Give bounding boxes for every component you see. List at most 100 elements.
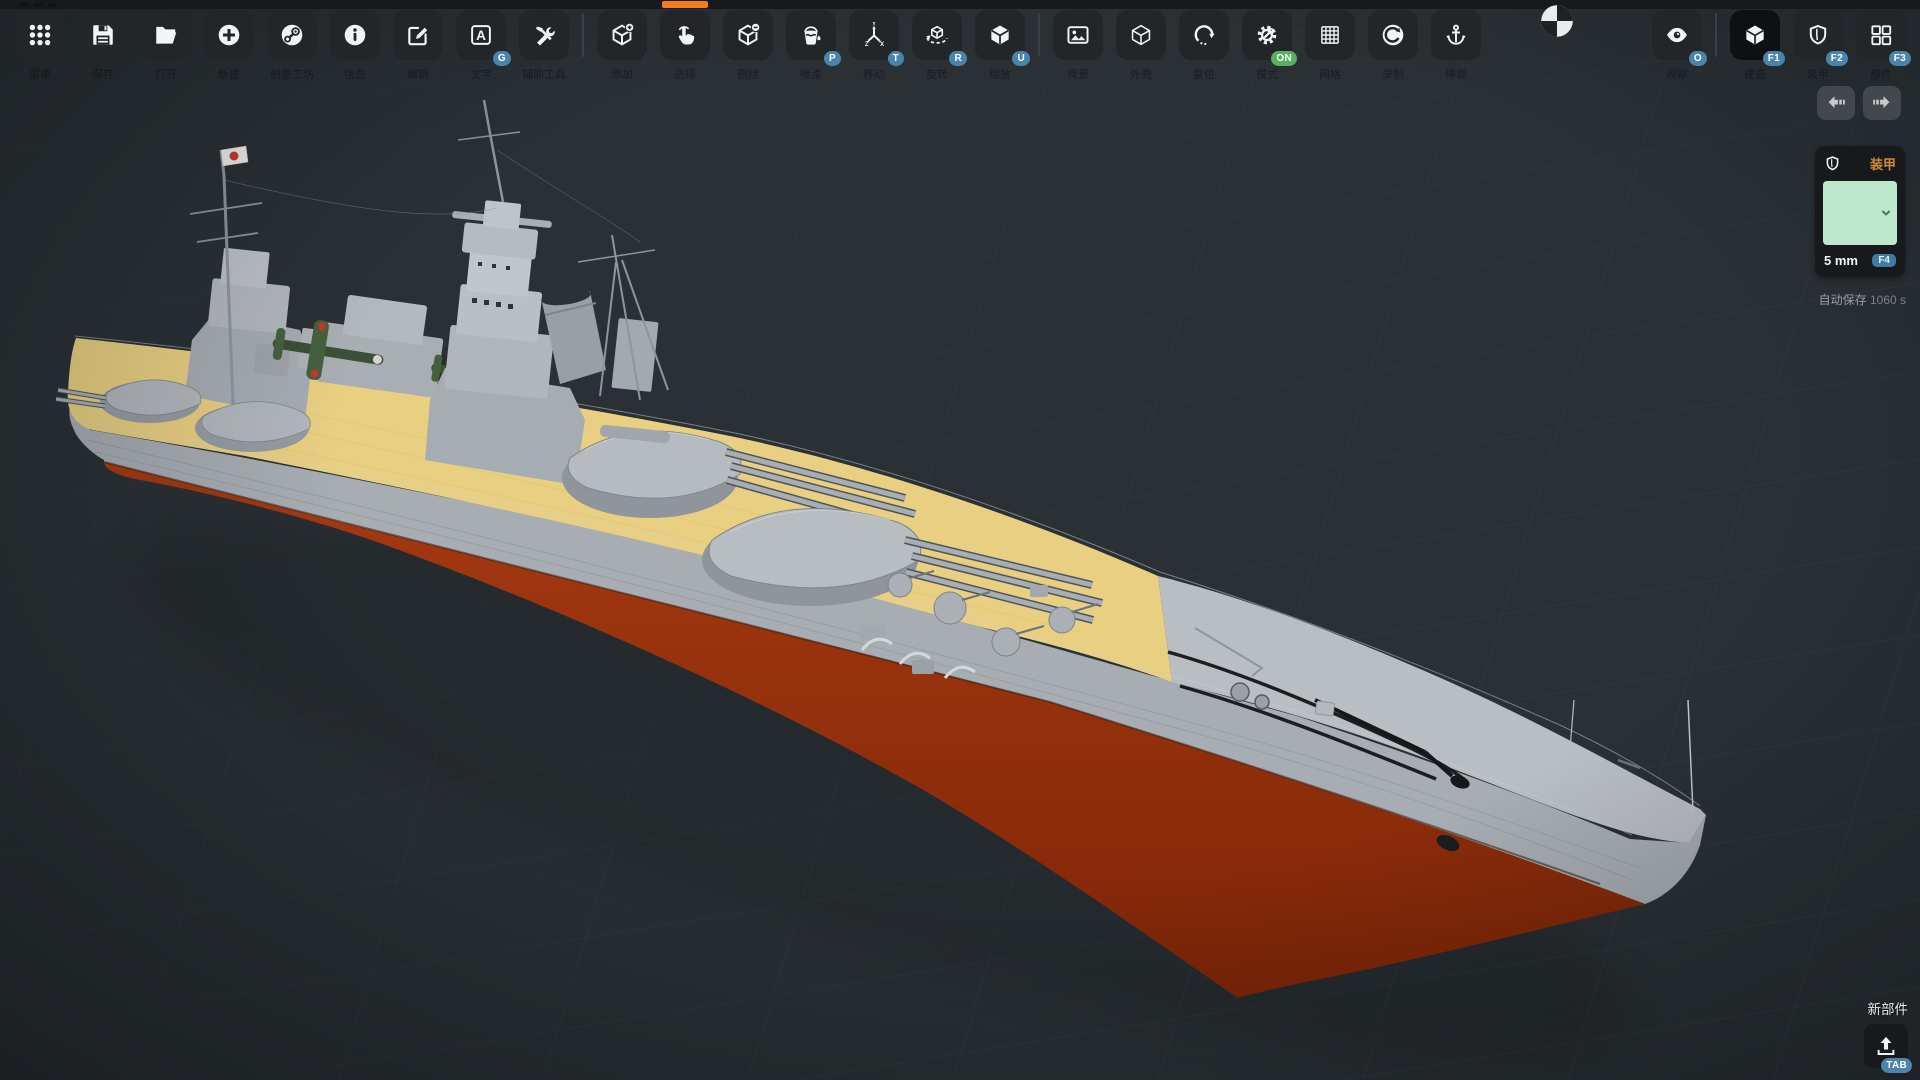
parts-mode-button[interactable]: F3部件 [1856, 10, 1906, 60]
key-badge: R [949, 51, 967, 66]
observe-mode-button[interactable]: O观察 [1652, 10, 1702, 60]
titlebar-mark [48, 3, 57, 7]
cube-solid-icon [1742, 22, 1768, 48]
eye-icon [1664, 22, 1690, 48]
tools-button[interactable]: 辅助工具 [519, 10, 569, 60]
cube-plus-icon [609, 22, 635, 48]
svg-text:Y: Y [872, 22, 876, 27]
arrow-right-icon [1870, 93, 1894, 113]
info-icon [342, 22, 368, 48]
toolbar-divider [1038, 13, 1040, 57]
add-block-button[interactable]: 添加 [597, 10, 647, 60]
armor-panel: 装甲 5 mm F4 [1815, 146, 1905, 277]
undo-button[interactable] [1817, 86, 1855, 120]
camera-icon [1380, 22, 1406, 48]
settings-button[interactable]: ON模式 [1242, 10, 1292, 60]
shell-button[interactable]: 外壳 [1116, 10, 1166, 60]
open-button[interactable]: 打开 [141, 10, 191, 60]
svg-text:Z: Z [865, 42, 869, 48]
key-badge: F3 [1889, 51, 1911, 66]
autosave-value: 1060 s [1870, 293, 1906, 307]
reset-view-button[interactable]: 复位 [1179, 10, 1229, 60]
background-button[interactable]: 背景 [1053, 10, 1103, 60]
app-window: 菜单保存打开新建创意工坊信息编辑AG文字辅助工具添加选择删除P喷漆YZXT移动R… [0, 0, 1920, 1080]
armor-panel-title: 装甲 [1870, 154, 1896, 173]
tool-group-file: 菜单保存打开新建创意工坊信息编辑 AG文字辅助工具 [15, 10, 569, 60]
paint-bucket-icon [798, 22, 824, 48]
tab-key-badge: TAB [1881, 1058, 1912, 1073]
steam-icon [279, 22, 305, 48]
autosave-label: 自动保存 [1819, 293, 1867, 307]
tools-icon [531, 22, 557, 48]
scale-button[interactable]: U缩放 [975, 10, 1025, 60]
save-button[interactable]: 保存 [78, 10, 128, 60]
grid-menu-icon [27, 22, 53, 48]
edit-icon [405, 22, 431, 48]
plus-circle-icon [216, 22, 242, 48]
key-badge: U [1012, 51, 1030, 66]
armor-mode-button[interactable]: F2装甲 [1793, 10, 1843, 60]
info-button[interactable]: 信息 [330, 10, 380, 60]
key-badge: F1 [1763, 51, 1785, 66]
key-badge: P [824, 51, 841, 66]
armor-key-badge: F4 [1872, 254, 1896, 267]
tool-group-view: 背景外壳复位 ON模式网格录制停靠 [1053, 10, 1481, 60]
mode-toolbar: O观察 F1建造 F2装甲 F3部件 [1652, 10, 1906, 60]
toolbar-divider [1715, 13, 1717, 57]
main-toolbar: 菜单保存打开新建创意工坊信息编辑AG文字辅助工具添加选择删除P喷漆YZXT移动R… [15, 10, 1481, 60]
chevron-down-icon [1876, 203, 1896, 223]
hand-icon [672, 22, 698, 48]
titlebar [0, 0, 1920, 9]
move-button[interactable]: YZXT移动 [849, 10, 899, 60]
build-mode-button[interactable]: F1建造 [1730, 10, 1780, 60]
armor-color-swatch[interactable] [1823, 181, 1897, 245]
paint-button[interactable]: P喷漆 [786, 10, 836, 60]
titlebar-mark [34, 3, 43, 7]
center-of-mass-indicator [1540, 4, 1574, 38]
cube-rotate-icon [924, 22, 950, 48]
new-part-button[interactable]: TAB [1864, 1024, 1908, 1068]
rotate-arrow-icon [1191, 22, 1217, 48]
titlebar-mark [20, 3, 29, 7]
new-part-control: 新部件 TAB [1864, 998, 1908, 1068]
key-badge: O [1689, 51, 1707, 66]
toolbar-divider [582, 13, 584, 57]
shield-icon [1806, 23, 1830, 47]
menu-button[interactable]: 菜单 [15, 10, 65, 60]
modules-icon [1868, 22, 1894, 48]
remove-block-button[interactable]: 删除 [723, 10, 773, 60]
cube-minus-icon [735, 22, 761, 48]
key-badge: T [888, 51, 904, 66]
history-controls [1817, 86, 1901, 120]
record-button[interactable]: 录制 [1368, 10, 1418, 60]
save-icon [90, 22, 116, 48]
gear-icon [1254, 22, 1280, 48]
folder-open-icon [153, 22, 179, 48]
viewport-3d[interactable] [0, 0, 1920, 1080]
workshop-button[interactable]: 创意工坊 [267, 10, 317, 60]
autosave-status: 自动保存 1060 s [1819, 291, 1906, 308]
key-badge: ON [1271, 51, 1297, 66]
text-a-icon: A [468, 22, 494, 48]
grid-button[interactable]: 网格 [1305, 10, 1355, 60]
edit-button[interactable]: 编辑 [393, 10, 443, 60]
select-button[interactable]: 选择 [660, 10, 710, 60]
key-badge: F2 [1826, 51, 1848, 66]
armor-thickness-value: 5 mm [1824, 253, 1858, 268]
svg-text:A: A [476, 28, 486, 43]
axis-icon: Y Z X [861, 22, 887, 48]
grid-mesh-icon [1317, 22, 1343, 48]
key-badge: G [493, 51, 511, 66]
tool-group-modes: F1建造 F2装甲 F3部件 [1730, 10, 1906, 60]
new-part-label: 新部件 [1868, 998, 1909, 1018]
redo-button[interactable] [1863, 86, 1901, 120]
rotate-button[interactable]: R旋转 [912, 10, 962, 60]
svg-text:X: X [880, 42, 884, 48]
anchor-icon [1443, 22, 1469, 48]
new-button[interactable]: 新建 [204, 10, 254, 60]
dock-button[interactable]: 停靠 [1431, 10, 1481, 60]
tool-group-observe: O观察 [1652, 10, 1702, 60]
arrow-left-icon [1824, 93, 1848, 113]
cube-outline-icon [1128, 22, 1154, 48]
text-button[interactable]: AG文字 [456, 10, 506, 60]
